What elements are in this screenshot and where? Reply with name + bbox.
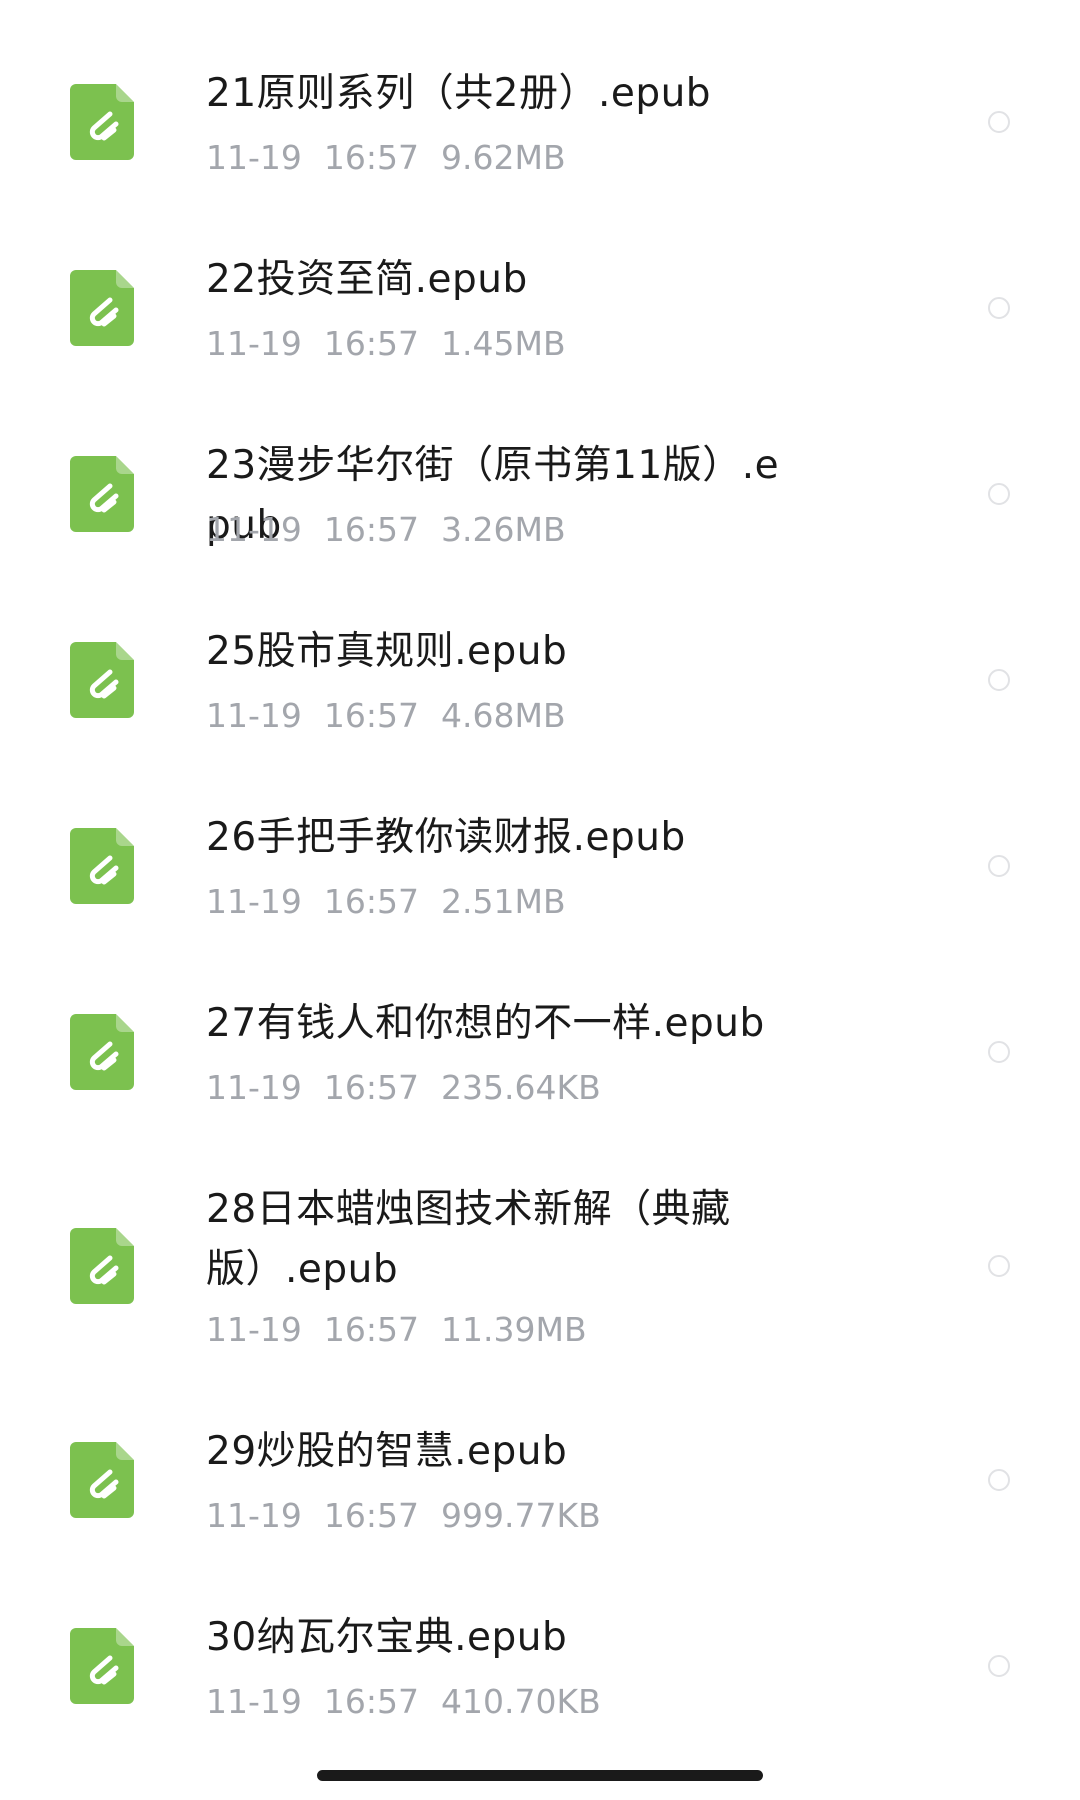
file-time: 16:57 xyxy=(323,138,419,177)
file-size: 4.68MB xyxy=(441,696,566,735)
file-size: 9.62MB xyxy=(441,138,566,177)
file-time: 16:57 xyxy=(323,1682,419,1721)
file-time: 16:57 xyxy=(323,324,419,363)
select-radio[interactable] xyxy=(988,1255,1010,1277)
home-indicator[interactable] xyxy=(317,1770,763,1781)
file-time: 16:57 xyxy=(323,1496,419,1535)
select-radio[interactable] xyxy=(988,1041,1010,1063)
file-size: 3.26MB xyxy=(441,510,566,549)
file-date: 11-19 xyxy=(206,1068,302,1107)
file-meta: 11-19 16:57 4.68MB xyxy=(206,694,566,738)
file-name: 25股市真规则.epub xyxy=(206,629,568,674)
epub-file-icon xyxy=(70,1442,134,1518)
file-meta: 11-19 16:57 2.51MB xyxy=(206,880,566,924)
file-date: 11-19 xyxy=(206,1496,302,1535)
file-date: 11-19 xyxy=(206,324,302,363)
file-meta: 11-19 16:57 1.45MB xyxy=(206,322,566,366)
file-name: 29炒股的智慧.epub xyxy=(206,1429,568,1474)
file-date: 11-19 xyxy=(206,510,302,549)
file-time: 16:57 xyxy=(323,1068,419,1107)
epub-file-icon xyxy=(70,270,134,346)
file-size: 235.64KB xyxy=(441,1068,601,1107)
file-time: 16:57 xyxy=(323,696,419,735)
select-radio[interactable] xyxy=(988,111,1010,133)
select-radio[interactable] xyxy=(988,1655,1010,1677)
file-size: 2.51MB xyxy=(441,882,566,921)
file-meta: 11-19 16:57 410.70KB xyxy=(206,1680,601,1724)
epub-file-icon xyxy=(70,642,134,718)
epub-file-icon xyxy=(70,84,134,160)
select-radio[interactable] xyxy=(988,483,1010,505)
epub-file-icon xyxy=(70,456,134,532)
file-meta: 11-19 16:57 235.64KB xyxy=(206,1066,601,1110)
select-radio[interactable] xyxy=(988,297,1010,319)
epub-file-icon xyxy=(70,1628,134,1704)
epub-file-icon xyxy=(70,1228,134,1304)
file-meta: 11-19 16:57 3.26MB xyxy=(206,508,566,552)
file-name: 27有钱人和你想的不一样.epub xyxy=(206,1001,765,1046)
file-meta: 11-19 16:57 11.39MB xyxy=(206,1308,587,1352)
file-size: 410.70KB xyxy=(441,1682,601,1721)
epub-file-icon xyxy=(70,828,134,904)
epub-file-icon xyxy=(70,1014,134,1090)
file-size: 11.39MB xyxy=(441,1310,587,1349)
select-radio[interactable] xyxy=(988,855,1010,877)
file-size: 1.45MB xyxy=(441,324,566,363)
file-date: 11-19 xyxy=(206,138,302,177)
file-meta: 11-19 16:57 999.77KB xyxy=(206,1494,601,1538)
select-radio[interactable] xyxy=(988,1469,1010,1491)
file-date: 11-19 xyxy=(206,1682,302,1721)
file-name: 22投资至简.epub xyxy=(206,257,528,302)
file-date: 11-19 xyxy=(206,882,302,921)
file-name: 26手把手教你读财报.epub xyxy=(206,815,686,860)
file-meta: 11-19 16:57 9.62MB xyxy=(206,136,566,180)
select-radio[interactable] xyxy=(988,669,1010,691)
file-date: 11-19 xyxy=(206,696,302,735)
file-name: 28日本蜡烛图技术新解（典藏版）.epub xyxy=(206,1187,731,1292)
file-time: 16:57 xyxy=(323,1310,419,1349)
file-name: 21原则系列（共2册）.epub xyxy=(206,71,712,116)
file-time: 16:57 xyxy=(323,510,419,549)
file-date: 11-19 xyxy=(206,1310,302,1349)
file-time: 16:57 xyxy=(323,882,419,921)
file-name: 30纳瓦尔宝典.epub xyxy=(206,1615,568,1660)
file-size: 999.77KB xyxy=(441,1496,601,1535)
